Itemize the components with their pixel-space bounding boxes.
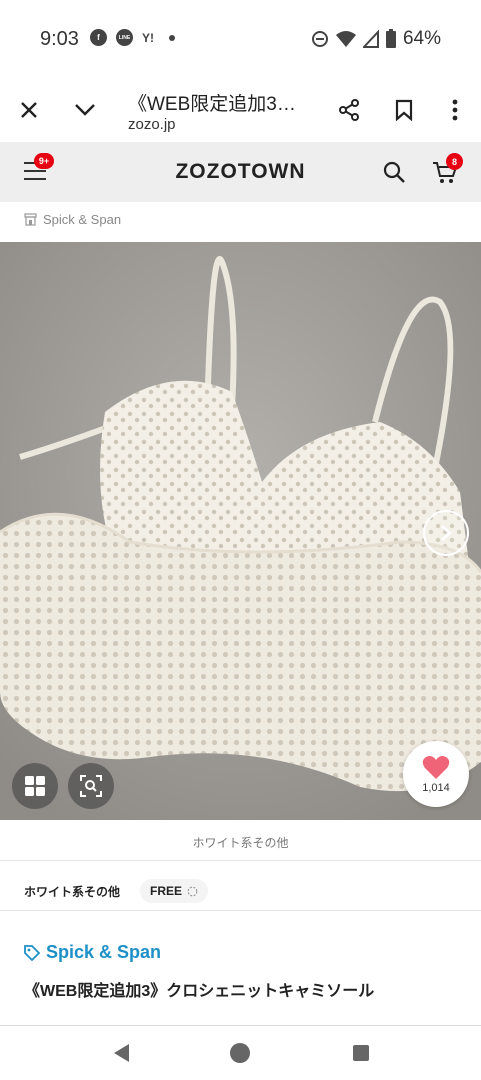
notification-icons: f LINE Y!: [90, 29, 175, 46]
tag-icon: [24, 944, 40, 961]
divider: [0, 910, 481, 911]
home-icon[interactable]: [227, 1040, 253, 1066]
chevron-right-icon: [441, 525, 452, 541]
dnd-icon: [311, 31, 328, 47]
close-tab-icon[interactable]: [14, 95, 44, 125]
yahoo-icon: Y!: [142, 30, 154, 45]
product-title: 《WEB限定追加3》クロシェニットキャミソール: [24, 983, 375, 1000]
zoom-search-icon: [80, 775, 102, 797]
brand-link[interactable]: Spick & Span: [24, 942, 161, 963]
signal-icon: [362, 30, 379, 48]
line-icon: LINE: [116, 29, 133, 46]
system-status: 64%: [311, 28, 441, 50]
heart-icon: [422, 755, 450, 779]
cart-badge: 8: [446, 153, 463, 170]
shop-breadcrumb[interactable]: Spick & Span: [24, 212, 121, 227]
size-chip[interactable]: FREE: [140, 879, 209, 903]
product-image[interactable]: [0, 242, 481, 820]
like-button[interactable]: 1,014: [403, 741, 469, 807]
battery-level: 64%: [402, 28, 441, 49]
dot-icon: [169, 34, 175, 41]
search-icon[interactable]: [382, 160, 406, 189]
status-bar: 9:03 f LINE Y! 64%: [0, 0, 481, 78]
page-url: zozo.jp: [128, 116, 176, 133]
site-header: 9+ ZOZOTOWN 8: [0, 142, 481, 202]
share-icon[interactable]: [334, 95, 364, 125]
browser-toolbar: 《WEB限定追加3… zozo.jp: [0, 78, 481, 142]
size-label: FREE: [150, 884, 183, 898]
crochet-camisole-photo: [0, 242, 481, 820]
page-title: 《WEB限定追加3…: [128, 94, 296, 115]
shop-icon: [24, 213, 37, 226]
back-icon[interactable]: [108, 1040, 134, 1066]
facebook-icon: f: [90, 29, 107, 46]
brand-name: Spick & Span: [46, 942, 162, 962]
site-logo[interactable]: ZOZOTOWN: [0, 160, 481, 184]
system-nav-bar: [0, 1025, 481, 1080]
color-size-row: ホワイト系その他 FREE: [24, 879, 209, 903]
divider: [0, 860, 481, 861]
battery-icon: [385, 29, 396, 48]
like-count: 1,014: [422, 781, 450, 794]
bookmark-icon[interactable]: [389, 95, 419, 125]
grid-view-button[interactable]: [12, 763, 58, 809]
recents-icon[interactable]: [348, 1040, 374, 1066]
chevron-down-icon[interactable]: [70, 95, 100, 125]
color-name: ホワイト系その他: [24, 884, 121, 899]
shop-name: Spick & Span: [43, 212, 122, 227]
grid-icon: [25, 776, 45, 796]
status-time: 9:03: [40, 28, 79, 50]
more-options-icon[interactable]: [440, 95, 470, 125]
zoom-button[interactable]: [68, 763, 114, 809]
image-color-caption: ホワイト系その他: [192, 836, 289, 850]
next-image-button[interactable]: [423, 510, 469, 556]
wifi-icon: [335, 31, 356, 47]
loading-circle-icon: [187, 886, 198, 896]
